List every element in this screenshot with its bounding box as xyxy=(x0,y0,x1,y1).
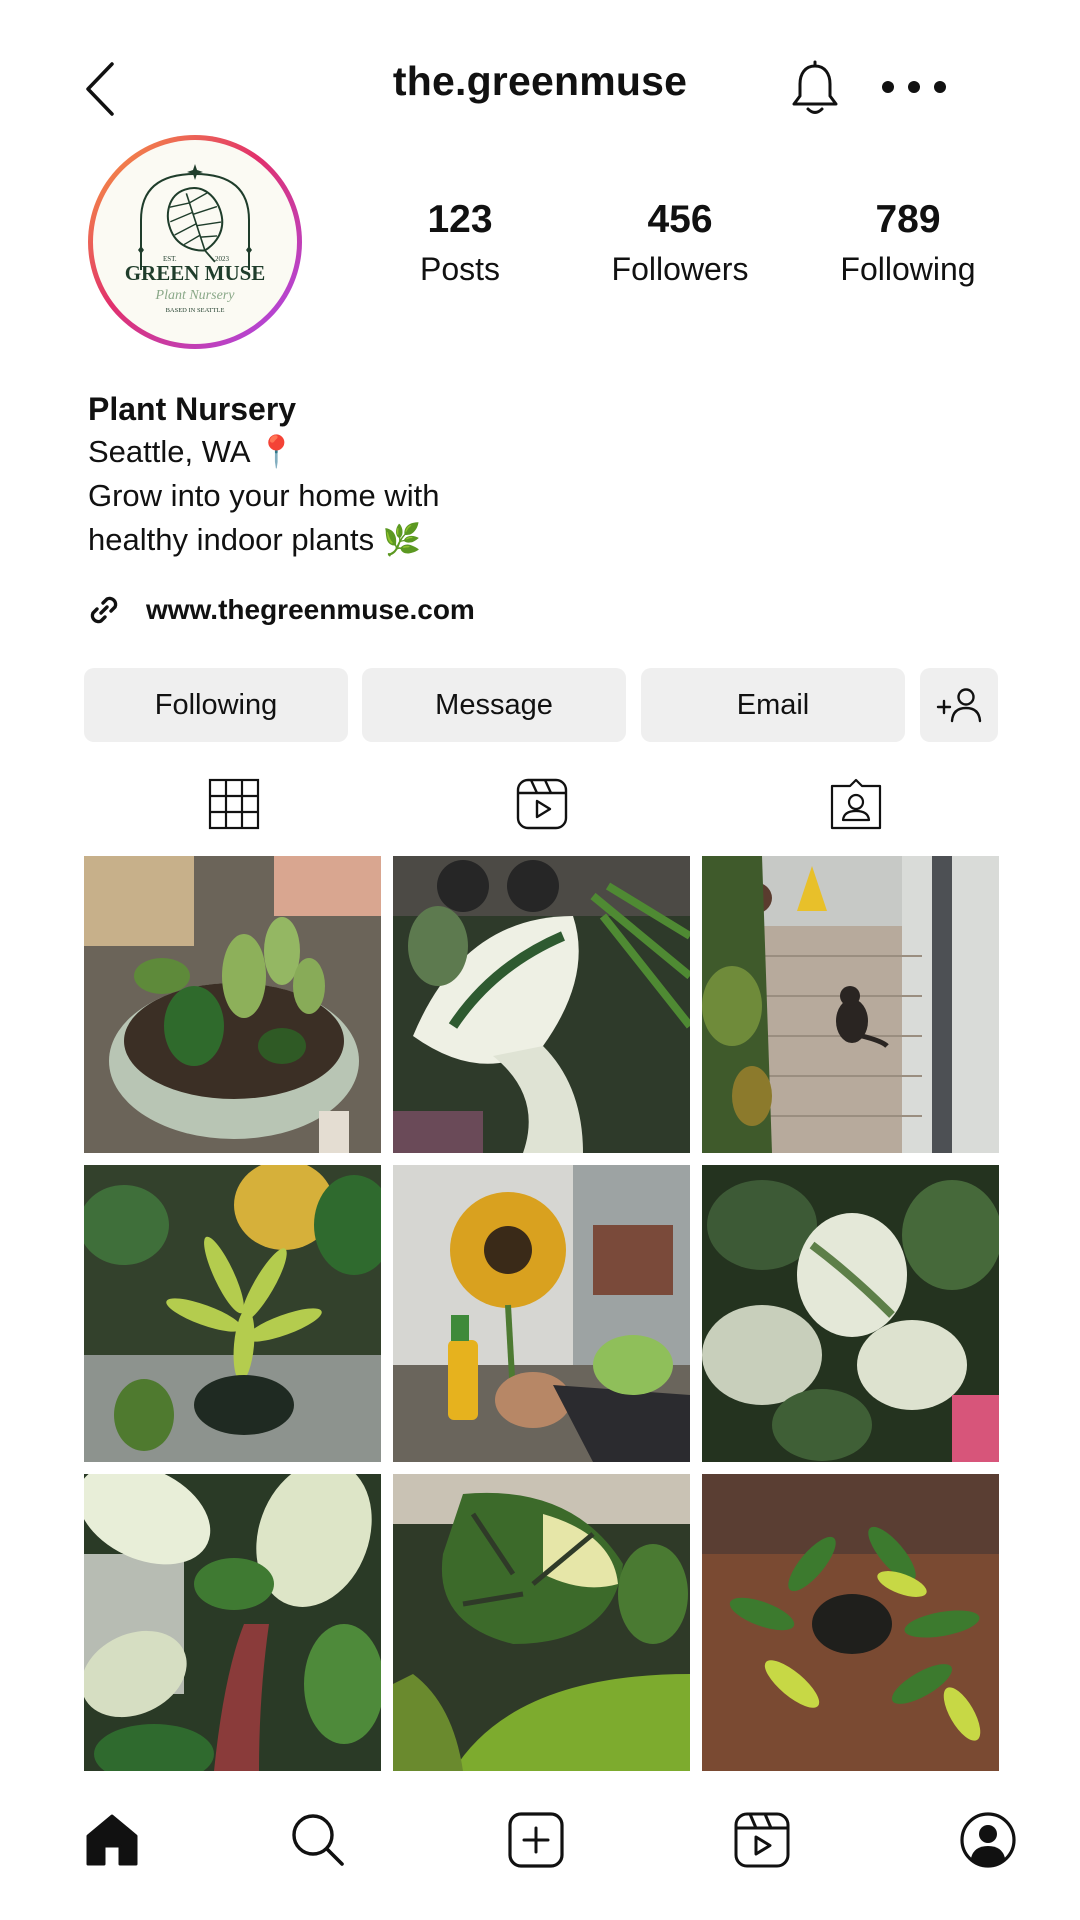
nav-reels[interactable] xyxy=(732,1810,792,1870)
post-thumbnail-variegated-monstera[interactable] xyxy=(393,1474,690,1771)
bell-icon xyxy=(792,60,838,114)
bio-line-1: Grow into your home with xyxy=(88,478,440,513)
bottom-navigation xyxy=(0,1810,1080,1890)
following-count: 789 xyxy=(875,198,941,241)
profile-avatar[interactable]: EST. 2023 GREEN MUSE Plant Nursery BASED… xyxy=(88,135,302,349)
search-icon xyxy=(292,1814,344,1866)
nav-home[interactable] xyxy=(82,1810,142,1870)
stat-posts[interactable]: 123 Posts xyxy=(390,196,530,290)
svg-text:GREEN MUSE: GREEN MUSE xyxy=(125,261,266,285)
followers-label: Followers xyxy=(611,251,749,287)
grid-icon xyxy=(208,778,260,830)
post-thumbnail-white-leaves[interactable] xyxy=(84,1474,381,1771)
website-url[interactable]: www.thegreenmuse.com xyxy=(146,594,475,626)
following-button[interactable]: Following xyxy=(84,668,348,742)
profile-bio: Plant Nursery Seattle, WA 📍 Grow into yo… xyxy=(88,388,788,562)
profile-icon xyxy=(960,1812,1016,1868)
post-thumbnail-cat-on-patio[interactable] xyxy=(702,856,999,1153)
posts-count: 123 xyxy=(427,198,493,241)
post-thumbnail-umbrella-plant[interactable] xyxy=(702,1474,999,1771)
email-button[interactable]: Email xyxy=(641,668,905,742)
create-icon xyxy=(508,1812,564,1868)
svg-text:BASED IN SEATTLE: BASED IN SEATTLE xyxy=(166,307,225,314)
bio-location: Seattle, WA 📍 xyxy=(88,434,297,469)
more-options-button[interactable] xyxy=(880,74,948,100)
bio-line-2: healthy indoor plants 🌿 xyxy=(88,522,422,557)
reels-icon xyxy=(734,1812,790,1868)
posts-label: Posts xyxy=(419,251,501,287)
post-thumbnail-marble-pothos[interactable] xyxy=(702,1165,999,1462)
website-link[interactable]: www.thegreenmuse.com xyxy=(86,588,475,632)
stat-followers[interactable]: 456 Followers xyxy=(580,196,780,290)
content-tabs xyxy=(0,776,1080,832)
nav-search[interactable] xyxy=(288,1810,348,1870)
more-horizontal-icon xyxy=(882,81,946,93)
following-label: Following xyxy=(840,251,976,287)
link-icon xyxy=(90,596,118,624)
green-muse-logo: EST. 2023 GREEN MUSE Plant Nursery BASED… xyxy=(93,140,297,344)
post-thumbnail-cactus-planter[interactable] xyxy=(84,856,381,1153)
add-user-icon xyxy=(936,688,982,723)
suggested-users-button[interactable] xyxy=(920,668,998,742)
nav-profile[interactable] xyxy=(958,1810,1018,1870)
tab-posts-grid[interactable] xyxy=(206,776,262,832)
home-icon xyxy=(86,1814,138,1866)
message-button[interactable]: Message xyxy=(362,668,626,742)
reels-icon xyxy=(516,778,568,830)
notifications-button[interactable] xyxy=(788,60,842,118)
stat-following[interactable]: 789 Following xyxy=(808,196,1008,290)
tagged-icon xyxy=(830,778,882,830)
bio-name: Plant Nursery xyxy=(88,391,297,427)
post-thumbnail-schefflera-leaves[interactable] xyxy=(84,1165,381,1462)
tab-reels[interactable] xyxy=(514,776,570,832)
svg-text:Plant Nursery: Plant Nursery xyxy=(155,288,236,303)
followers-count: 456 xyxy=(647,198,713,241)
tab-tagged[interactable] xyxy=(828,776,884,832)
post-thumbnail-variegated-alocasia[interactable] xyxy=(393,856,690,1153)
nav-create[interactable] xyxy=(506,1810,566,1870)
post-thumbnail-sunflower[interactable] xyxy=(393,1165,690,1462)
